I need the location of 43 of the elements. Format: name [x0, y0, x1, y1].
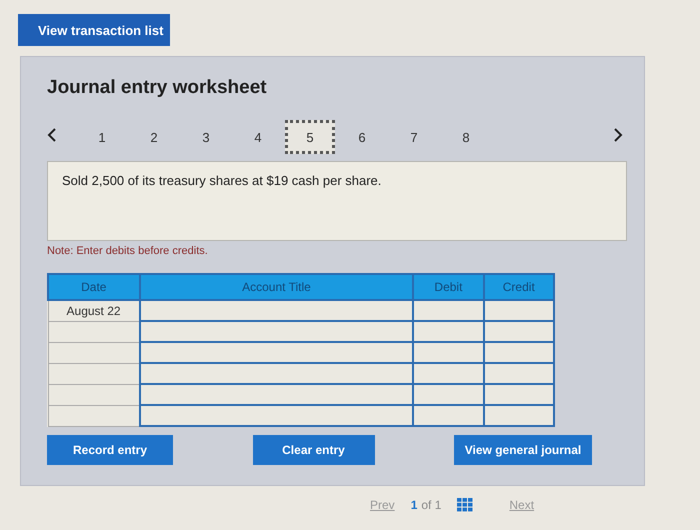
worksheet-title: Journal entry worksheet	[47, 77, 268, 99]
clear-entry-button[interactable]: Clear entry	[252, 435, 374, 465]
column-header: Debit	[413, 274, 484, 300]
entry-tab[interactable]: 5	[285, 120, 335, 154]
credit-field[interactable]	[484, 405, 554, 426]
account-title-field[interactable]	[140, 300, 414, 321]
current-page: 1	[410, 498, 418, 512]
view-transaction-list-button[interactable]: View transaction list	[18, 14, 170, 46]
account-title-field[interactable]	[140, 384, 414, 405]
entry-tab[interactable]: 7	[389, 120, 439, 154]
date-cell: August 22	[48, 300, 140, 321]
credit-field[interactable]	[484, 300, 554, 321]
view-general-journal-button[interactable]: View general journal	[454, 435, 592, 465]
credit-field[interactable]	[484, 363, 554, 384]
column-header: Date	[48, 274, 140, 300]
account-title-field[interactable]	[140, 321, 414, 342]
account-title-field[interactable]	[140, 342, 414, 363]
account-title-field[interactable]	[140, 363, 414, 384]
entry-tab[interactable]: 1	[77, 120, 127, 154]
debit-field[interactable]	[413, 342, 484, 363]
transaction-description: Sold 2,500 of its treasury shares at $19 cash per share.	[62, 173, 382, 188]
credit-field[interactable]	[484, 321, 554, 342]
entry-tab[interactable]: 3	[181, 120, 231, 154]
column-header: Credit	[484, 274, 554, 300]
debit-field[interactable]	[413, 363, 484, 384]
page-total: of 1	[421, 498, 442, 512]
entry-tab[interactable]: 6	[337, 120, 387, 154]
entry-tab[interactable]: 2	[129, 120, 179, 154]
debit-field[interactable]	[413, 321, 484, 342]
account-title-field[interactable]	[140, 405, 414, 426]
chevron-left-icon[interactable]	[47, 126, 57, 142]
debit-field[interactable]	[413, 300, 484, 321]
column-header: Account Title	[140, 274, 414, 300]
record-entry-button[interactable]: Record entry	[47, 435, 173, 465]
debit-field[interactable]	[413, 405, 484, 426]
entry-tab[interactable]: 8	[441, 120, 491, 154]
entry-tab[interactable]: 4	[233, 120, 283, 154]
debit-field[interactable]	[413, 384, 484, 405]
credit-field[interactable]	[484, 384, 554, 405]
credit-field[interactable]	[484, 342, 554, 363]
note-text: Note: Enter debits before credits.	[47, 245, 209, 257]
grid-icon[interactable]	[457, 498, 474, 512]
chevron-right-icon[interactable]	[613, 126, 623, 142]
